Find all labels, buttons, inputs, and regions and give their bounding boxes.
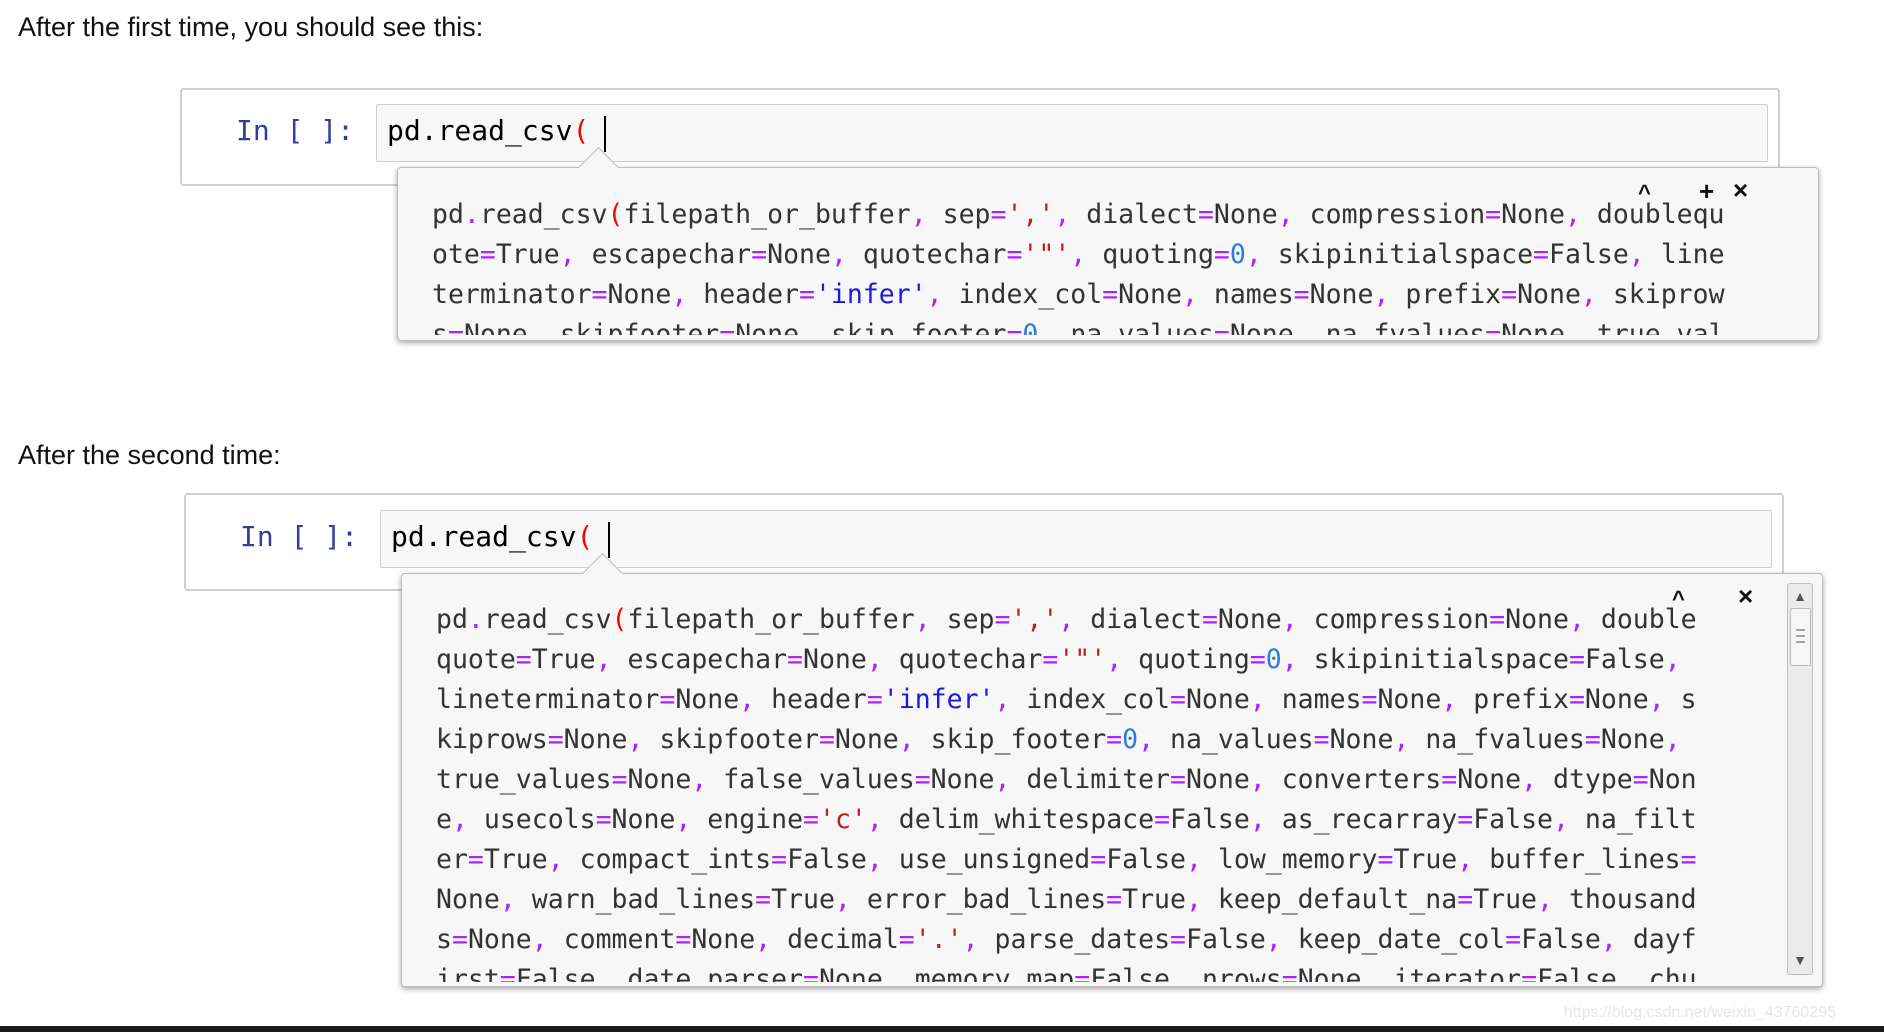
- grip-line: [1796, 629, 1805, 631]
- code-function: pd.read_csv: [387, 114, 573, 147]
- code-text: pd.read_csv(: [387, 114, 589, 147]
- intro-paragraph-first: After the first time, you should see thi…: [18, 12, 484, 42]
- code-open-paren: (: [572, 114, 590, 147]
- signature-line: pd.read_csv(filepath_or_buffer, sep=',',…: [436, 604, 1697, 635]
- signature-line: kiprows=None, skipfooter=None, skip_foot…: [436, 724, 1681, 755]
- signature-text: pd.read_csv(filepath_or_buffer, sep=',',…: [436, 600, 1798, 982]
- signature-line: irst=False, date_parser=None, memory_map…: [436, 964, 1697, 982]
- signature-line: s=None, comment=None, decimal='.', parse…: [436, 924, 1697, 955]
- intro-paragraph-second: After the second time:: [18, 440, 281, 470]
- scroll-up-arrow-icon[interactable]: ▲: [1788, 584, 1812, 608]
- tooltip-scrollbar[interactable]: ▲ ▼: [1787, 583, 1813, 975]
- signature-line: e, usecols=None, engine='c', delim_white…: [436, 804, 1697, 835]
- page-bottom-border: [0, 1026, 1884, 1032]
- code-function: pd.read_csv: [391, 520, 577, 553]
- text-caret: [608, 522, 610, 558]
- code-input[interactable]: pd.read_csv(: [380, 510, 1772, 568]
- watermark-url: https://blog.csdn.net/weixin_43760295: [1563, 1004, 1836, 1021]
- scrollbar-thumb[interactable]: [1790, 608, 1811, 666]
- signature-line: er=True, compact_ints=False, use_unsigne…: [436, 844, 1697, 875]
- signature-line: terminator=None, header='infer', index_c…: [432, 279, 1725, 310]
- signature-line: ote=True, escapechar=None, quotechar='"'…: [432, 239, 1725, 270]
- signature-line: true_values=None, false_values=None, del…: [436, 764, 1697, 795]
- grip-line: [1796, 635, 1805, 637]
- signature-line: None, warn_bad_lines=True, error_bad_lin…: [436, 884, 1697, 915]
- cell-prompt: In [ ]:: [240, 520, 359, 553]
- signature-line: pd.read_csv(filepath_or_buffer, sep=',',…: [432, 199, 1725, 230]
- cell-prompt: In [ ]:: [236, 114, 355, 147]
- code-open-paren: (: [576, 520, 594, 553]
- docstring-tooltip-second: ^ × pd.read_csv(filepath_or_buffer, sep=…: [401, 573, 1823, 987]
- docstring-tooltip-first: ^ + × pd.read_csv(filepath_or_buffer, se…: [397, 167, 1819, 341]
- grip-line: [1796, 641, 1805, 643]
- code-input[interactable]: pd.read_csv(: [376, 104, 1768, 162]
- scroll-down-arrow-icon[interactable]: ▼: [1788, 948, 1812, 972]
- text-caret: [604, 116, 606, 152]
- signature-text: pd.read_csv(filepath_or_buffer, sep=',',…: [432, 195, 1792, 335]
- code-text: pd.read_csv(: [391, 520, 593, 553]
- signature-line: quote=True, escapechar=None, quotechar='…: [436, 644, 1681, 675]
- signature-line: s=None, skipfooter=None, skip_footer=0, …: [432, 319, 1725, 335]
- signature-line: lineterminator=None, header='infer', ind…: [436, 684, 1697, 715]
